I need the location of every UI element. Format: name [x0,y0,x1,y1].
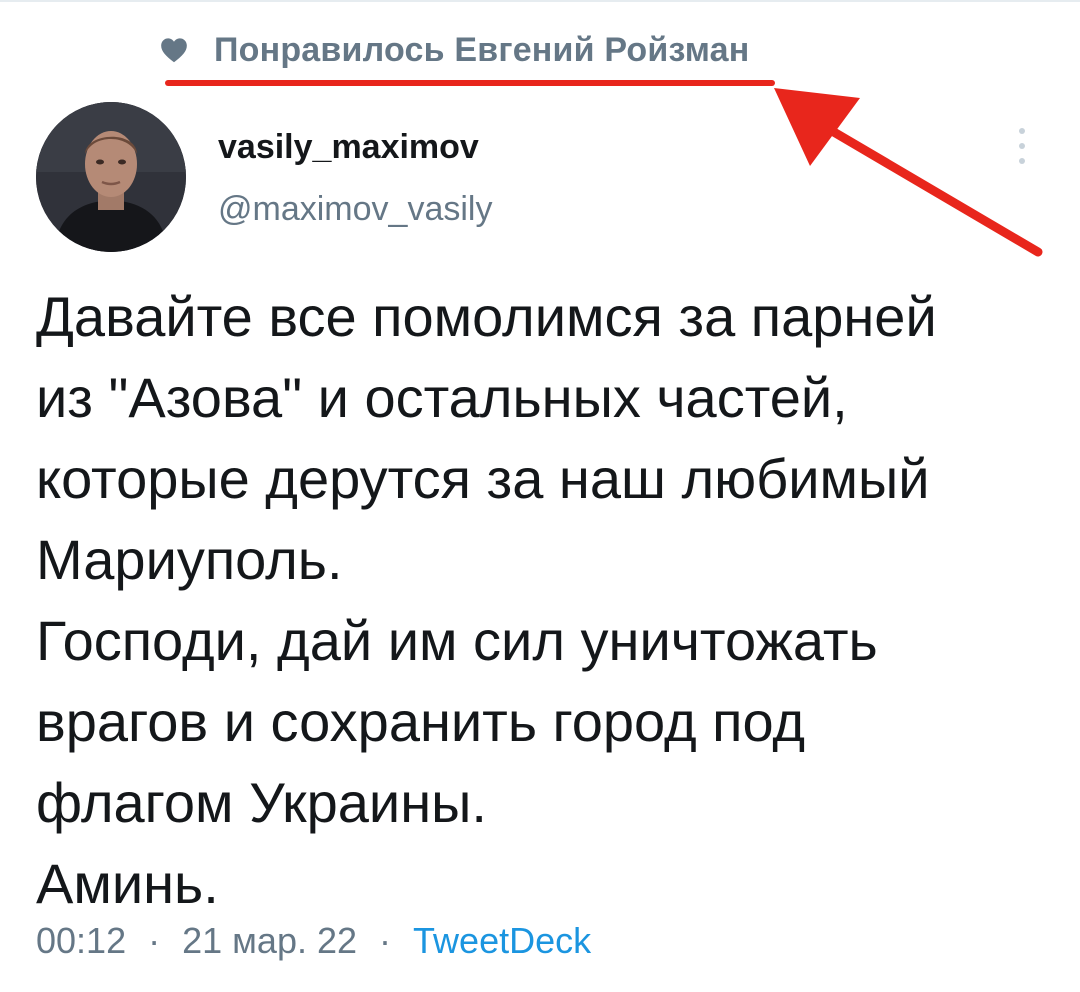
meta-separator: · [148,920,161,961]
tweet-text-line: Аминь. [36,852,219,915]
tweet-text-line: Давайте все помолимся за парней [36,285,937,348]
tweet-text-line: флагом Украины. [36,771,487,834]
tweet-text: Давайте все помолимся за парней из "Азов… [36,276,1046,924]
tweet-text-line: которые дерутся за наш любимый [36,447,930,510]
liked-by-text: Понравилось Евгений Ройзман [214,30,750,69]
annotation-arrow-icon [774,88,1043,257]
tweet-text-line: врагов и сохранить город под [36,690,806,753]
tweet-date[interactable]: 21 мар. 22 [182,920,357,961]
avatar-photo [36,102,186,252]
tweet-metadata: 00:12 · 21 мар. 22 · TweetDeck [36,920,591,962]
annotation-underline [165,80,775,86]
tweet-text-line: Господи, дай им сил уничтожать [36,609,878,672]
avatar[interactable] [36,102,186,252]
heart-icon [161,38,187,63]
more-options-icon[interactable] [1010,124,1034,168]
tweet-text-line: Мариуполь. [36,528,343,591]
author-handle[interactable]: @maximov_vasily [218,190,492,229]
tweet-source-link[interactable]: TweetDeck [413,920,591,961]
top-divider [0,0,1080,2]
author-display-name[interactable]: vasily_maximov [218,128,479,167]
tweet-text-line: из "Азова" и остальных частей, [36,366,848,429]
tweet-time[interactable]: 00:12 [36,920,126,961]
social-context[interactable]: Понравилось Евгений Ройзман [160,28,750,72]
meta-separator: · [379,920,392,961]
